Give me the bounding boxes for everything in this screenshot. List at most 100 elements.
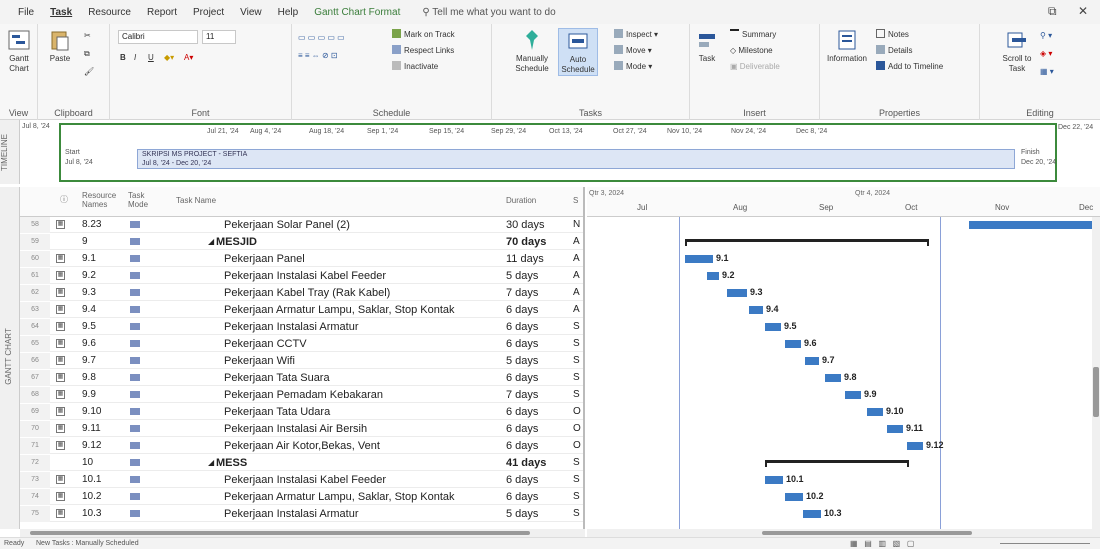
row-number[interactable]: 70: [20, 421, 50, 437]
duration-cell[interactable]: 5 days: [506, 506, 538, 522]
table-row[interactable]: 66 ▦ 9.7 Pekerjaan Wifi 5 days S: [20, 353, 583, 369]
start-cell[interactable]: S: [573, 472, 580, 488]
wbs-cell[interactable]: 9.1: [82, 251, 96, 267]
respect-links-button[interactable]: Respect Links: [392, 45, 454, 57]
duration-cell[interactable]: 6 days: [506, 421, 538, 437]
column-resource-names[interactable]: Resource Names: [82, 191, 122, 209]
task-bar[interactable]: [887, 425, 903, 433]
table-row[interactable]: 74 ▦ 10.2 Pekerjaan Armatur Lampu, Saklar, …: [20, 489, 583, 505]
task-bar[interactable]: [805, 357, 819, 365]
move-button[interactable]: Move ▾: [614, 45, 652, 57]
start-cell[interactable]: A: [573, 268, 580, 284]
duration-cell[interactable]: 6 days: [506, 370, 538, 386]
task-name-cell[interactable]: Pekerjaan Instalasi Armatur: [224, 319, 359, 335]
duration-cell[interactable]: 6 days: [506, 319, 538, 335]
row-number[interactable]: 65: [20, 336, 50, 352]
task-bar[interactable]: [907, 442, 923, 450]
copy-icon[interactable]: ⧉: [84, 48, 90, 60]
duration-cell[interactable]: 41 days: [506, 455, 546, 471]
row-number[interactable]: 63: [20, 302, 50, 318]
duration-cell[interactable]: 6 days: [506, 336, 538, 352]
start-cell[interactable]: S: [573, 387, 580, 403]
summary-bar[interactable]: [685, 239, 929, 246]
table-row[interactable]: 62 ▦ 9.3 Pekerjaan Kabel Tray (Rak Kabel) 7 …: [20, 285, 583, 301]
task-name-cell[interactable]: Pekerjaan Panel: [224, 251, 305, 267]
row-number[interactable]: 68: [20, 387, 50, 403]
italic-button[interactable]: I: [134, 52, 136, 64]
deliverable-button[interactable]: ▣ Deliverable: [730, 61, 780, 73]
find-icon[interactable]: ⚲ ▾: [1040, 30, 1052, 42]
task-bar[interactable]: [685, 255, 713, 263]
row-number[interactable]: 71: [20, 438, 50, 454]
paste-button[interactable]: Paste: [42, 28, 78, 64]
task-bar[interactable]: [969, 221, 1093, 229]
wbs-cell[interactable]: 9.5: [82, 319, 96, 335]
wbs-cell[interactable]: 10.2: [82, 489, 101, 505]
wbs-cell[interactable]: 10.3: [82, 506, 101, 522]
start-cell[interactable]: O: [573, 438, 581, 454]
menu-project[interactable]: Project: [185, 7, 232, 18]
vertical-scrollbar[interactable]: [1092, 217, 1100, 529]
row-number[interactable]: 69: [20, 404, 50, 420]
start-cell[interactable]: S: [573, 506, 580, 522]
start-cell[interactable]: S: [573, 353, 580, 369]
view-shortcut-icons[interactable]: ▦ ▤ ▥ ▧ ▢: [850, 539, 914, 548]
duration-cell[interactable]: 30 days: [506, 217, 545, 233]
task-bar[interactable]: [803, 510, 821, 518]
task-bar[interactable]: [765, 476, 783, 484]
wbs-cell[interactable]: 10.1: [82, 472, 101, 488]
auto-schedule-button[interactable]: Auto Schedule: [558, 28, 598, 76]
font-color-icon[interactable]: A▾: [184, 52, 193, 64]
task-bar[interactable]: [749, 306, 763, 314]
mode-button[interactable]: Mode ▾: [614, 61, 652, 73]
row-number[interactable]: 73: [20, 472, 50, 488]
start-cell[interactable]: O: [573, 404, 581, 420]
summary-button[interactable]: Summary: [730, 29, 776, 41]
row-number[interactable]: 62: [20, 285, 50, 301]
duration-cell[interactable]: 6 days: [506, 438, 538, 454]
task-bar[interactable]: [727, 289, 747, 297]
task-bar[interactable]: [867, 408, 883, 416]
task-name-cell[interactable]: MESS: [216, 455, 247, 471]
task-name-cell[interactable]: MESJID: [216, 234, 257, 250]
task-bar[interactable]: [765, 323, 781, 331]
wbs-cell[interactable]: 9.6: [82, 336, 96, 352]
menu-task[interactable]: Task: [42, 7, 80, 18]
wbs-cell[interactable]: 8.23: [82, 217, 101, 233]
task-bar[interactable]: [825, 374, 841, 382]
row-number[interactable]: 67: [20, 370, 50, 386]
wbs-cell[interactable]: 9.2: [82, 268, 96, 284]
menu-report[interactable]: Report: [139, 7, 185, 18]
collapse-icon[interactable]: ◢: [208, 455, 214, 471]
inspect-button[interactable]: Inspect ▾: [614, 29, 658, 41]
timeline-view[interactable]: Jul 21, '24 Aug 4, '24 Aug 18, '24 Sep 1, '…: [59, 123, 1057, 182]
zoom-slider[interactable]: [1000, 543, 1090, 544]
manually-schedule-button[interactable]: Manually Schedule: [512, 28, 552, 74]
duration-cell[interactable]: 6 days: [506, 302, 538, 318]
grid-horizontal-scrollbar[interactable]: [20, 529, 585, 537]
project-summary-bar[interactable]: SKRIPSI MS PROJECT - SEFTIA Jul 8, '24 -…: [137, 149, 1015, 169]
table-row[interactable]: 70 ▦ 9.11 Pekerjaan Instalasi Air Bersih 6 d…: [20, 421, 583, 437]
duration-cell[interactable]: 11 days: [506, 251, 544, 267]
duration-cell[interactable]: 7 days: [506, 285, 538, 301]
add-to-timeline-button[interactable]: Add to Timeline: [876, 61, 943, 73]
row-number[interactable]: 59: [20, 234, 50, 250]
row-number[interactable]: 61: [20, 268, 50, 284]
table-row[interactable]: 64 ▦ 9.5 Pekerjaan Instalasi Armatur 6 days S: [20, 319, 583, 335]
start-cell[interactable]: N: [573, 217, 580, 233]
table-row[interactable]: 69 ▦ 9.10 Pekerjaan Tata Udara 6 days O: [20, 404, 583, 420]
duration-cell[interactable]: 5 days: [506, 268, 538, 284]
table-row[interactable]: 58 ▦ 8.23 Pekerjaan Solar Panel (2) 30 days N: [20, 217, 583, 233]
menu-view[interactable]: View: [232, 7, 270, 18]
table-row[interactable]: 59 9 ◢ MESJID 70 days A: [20, 234, 583, 250]
row-number[interactable]: 72: [20, 455, 50, 471]
table-row[interactable]: 75 ▦ 10.3 Pekerjaan Instalasi Armatur 5 days…: [20, 506, 583, 522]
chart-scroll-thumb[interactable]: [762, 531, 972, 535]
wbs-cell[interactable]: 9: [82, 234, 88, 250]
table-row[interactable]: 67 ▦ 9.8 Pekerjaan Tata Suara 6 days S: [20, 370, 583, 386]
wbs-cell[interactable]: 9.8: [82, 370, 96, 386]
underline-button[interactable]: U: [148, 52, 154, 64]
row-number[interactable]: 66: [20, 353, 50, 369]
task-name-cell[interactable]: Pekerjaan Armatur Lampu, Saklar, Stop Ko…: [224, 489, 455, 505]
scroll-to-task-button[interactable]: Scroll to Task: [1000, 28, 1034, 74]
